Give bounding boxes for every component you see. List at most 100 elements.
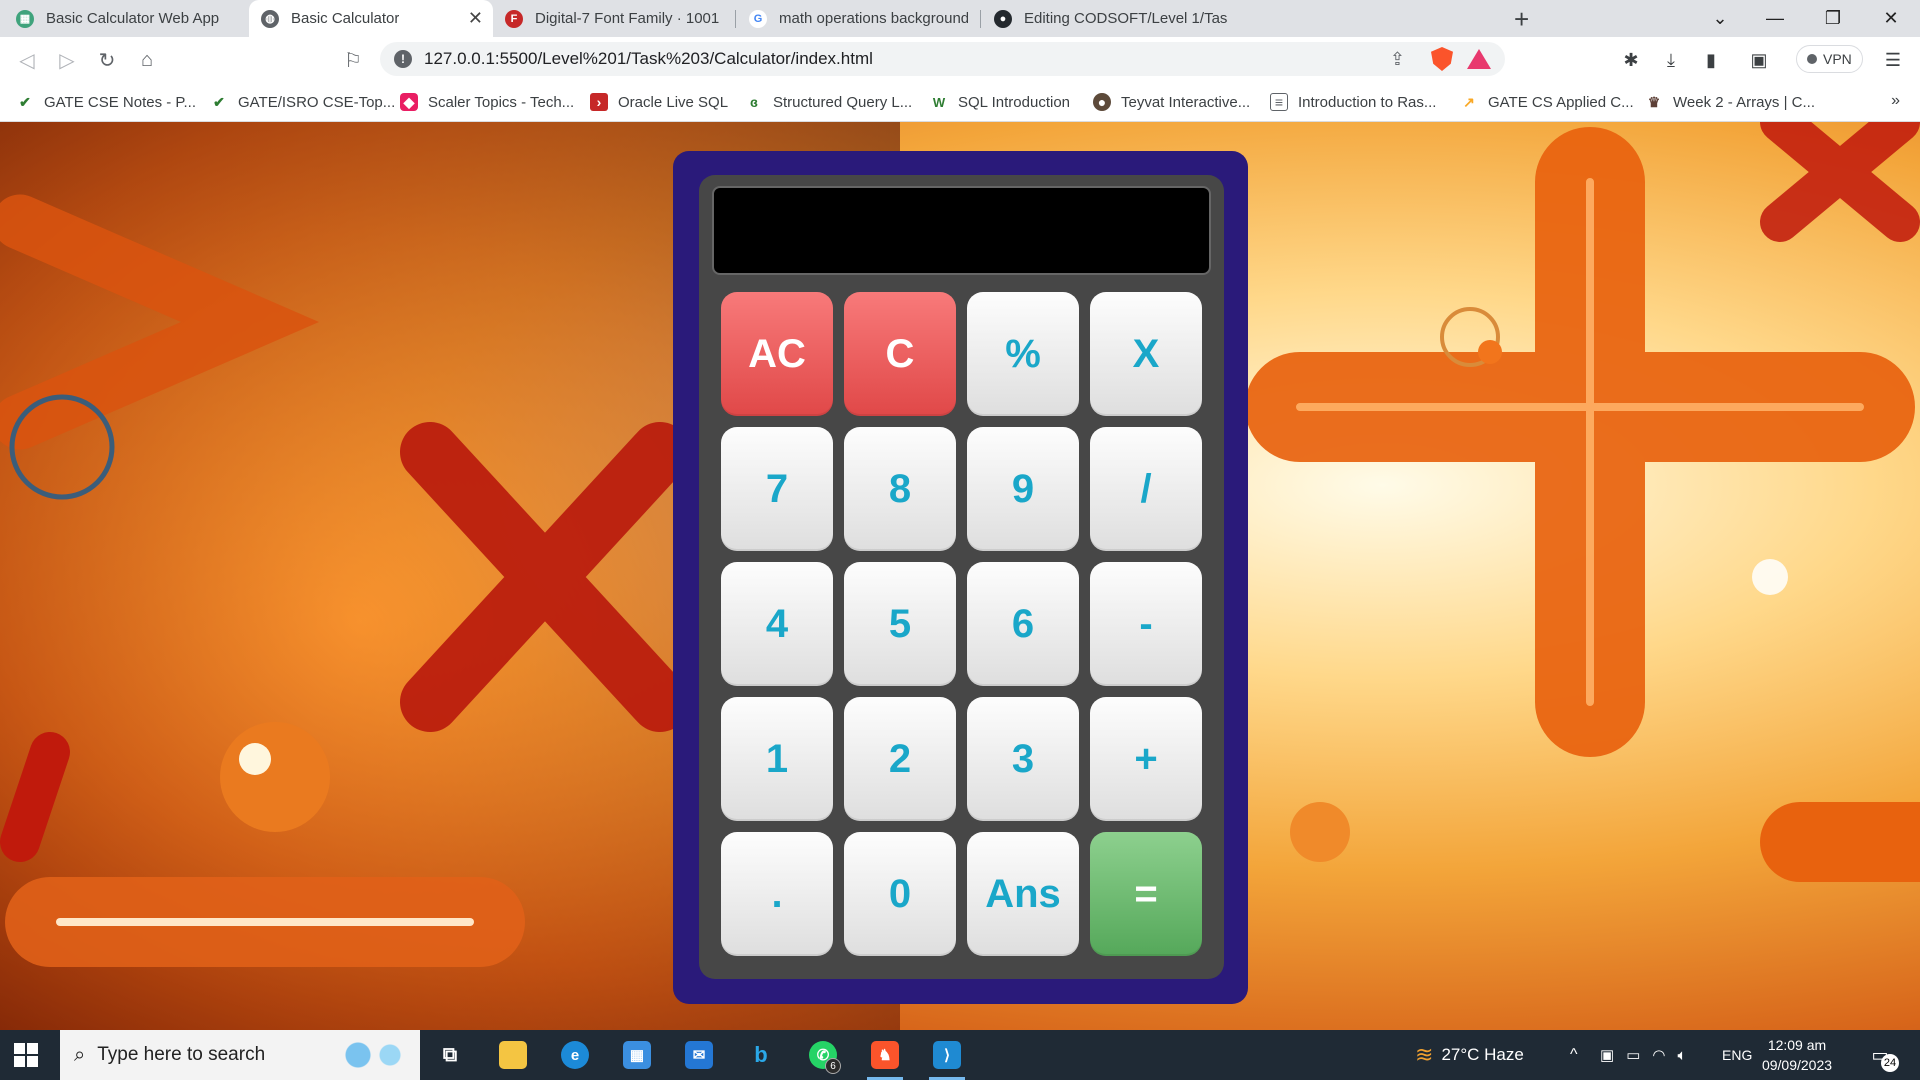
digit-2-button[interactable]: 2 [844, 697, 956, 821]
bookmarks-bar: ✔ GATE CSE Notes - P... ✔ GATE/ISRO CSE-… [0, 82, 1920, 122]
back-button[interactable]: ◁ [12, 45, 42, 75]
bookmark-label: SQL Introduction [958, 93, 1071, 111]
search-highlight-icon [334, 1038, 414, 1072]
meet-now-icon[interactable]: ▣ [1600, 1046, 1614, 1064]
windows-start-icon[interactable] [14, 1043, 38, 1067]
forward-button[interactable]: ▷ [52, 45, 82, 75]
all-clear-button[interactable]: AC [721, 292, 833, 416]
teyvat-icon: ● [1093, 93, 1111, 111]
more-bookmarks-button[interactable]: » [1891, 92, 1900, 110]
tab-digital7-font[interactable]: F Digital-7 Font Family · 1001 Fonts [493, 0, 733, 37]
multiply-button[interactable]: X [1090, 292, 1202, 416]
tab-search-chevron-icon[interactable]: ⌄ [1695, 0, 1745, 37]
volume-icon[interactable]: 🔈︎ [1677, 1047, 1686, 1064]
address-bar[interactable]: ! 127.0.0.1:5500/Level%201/Task%203/Calc… [380, 42, 1505, 76]
edge-button[interactable]: e [549, 1030, 601, 1080]
file-explorer-button[interactable] [487, 1030, 539, 1080]
browser-toolbar: ◁ ▷ ↻ ⌂ ⚐ ! 127.0.0.1:5500/Level%201/Tas… [0, 37, 1920, 82]
mail-button[interactable]: ✉ [673, 1030, 725, 1080]
bookmark-structured-query[interactable]: ɞ Structured Query L... [745, 82, 912, 122]
brave-shields-icon[interactable] [1431, 47, 1453, 71]
system-clock[interactable]: 12:09 am 09/09/2023 [1752, 1035, 1842, 1075]
bing-icon: b [754, 1042, 768, 1067]
equals-button[interactable]: = [1090, 832, 1202, 956]
percent-button[interactable]: % [967, 292, 1079, 416]
bookmark-label: Scaler Topics - Tech... [428, 93, 575, 111]
calculator-frame: AC C% X 7 8 9/ 4 5 6- 1 2 3 +. 0 Ans = [673, 151, 1248, 1004]
google-g-icon: G [749, 9, 767, 28]
tab-label: math operations background image - [779, 10, 968, 27]
bookmark-gate-cs-applied[interactable]: ↗ GATE CS Applied C... [1460, 82, 1634, 122]
digit-9-button[interactable]: 9 [967, 427, 1079, 551]
menu-icon[interactable]: ☰ [1880, 47, 1906, 73]
store-icon: ▦ [623, 1041, 651, 1069]
show-hidden-icons-button[interactable]: ^ [1570, 1030, 1578, 1080]
bookmark-teyvat-interactive[interactable]: ● Teyvat Interactive... [1093, 82, 1250, 122]
bookmark-scaler-topics[interactable]: ◆ Scaler Topics - Tech... [400, 82, 574, 122]
clear-button[interactable]: C [844, 292, 956, 416]
bookmark-label: Teyvat Interactive... [1121, 93, 1251, 111]
bookmark-sql-introduction[interactable]: W SQL Introduction [930, 82, 1070, 122]
bookmark-gate-cse-notes[interactable]: ✔ GATE CSE Notes - P... [16, 82, 196, 122]
downloads-icon[interactable]: ⤓ [1658, 47, 1684, 73]
notification-center-button[interactable]: ▭ 24 [1865, 1042, 1899, 1072]
add-button[interactable]: + [1090, 697, 1202, 821]
brave-rewards-icon[interactable] [1467, 49, 1491, 69]
digit-1-button[interactable]: 1 [721, 697, 833, 821]
bookmark-label: Oracle Live SQL [618, 93, 729, 111]
subtract-button[interactable]: - [1090, 562, 1202, 686]
vscode-button[interactable]: ⟩ [921, 1030, 973, 1080]
task-view-button[interactable]: ⧉ [424, 1030, 476, 1080]
bookmark-week2-arrays[interactable]: ♛ Week 2 - Arrays | C... [1645, 82, 1815, 122]
extensions-icon[interactable]: ✱ [1618, 47, 1644, 73]
tab-google-search[interactable]: G math operations background image - [737, 0, 980, 37]
decimal-button[interactable]: . [721, 832, 833, 956]
weather-widget[interactable]: ≋ 27°C Haze [1415, 1030, 1524, 1080]
bookmark-oracle-live-sql[interactable]: › Oracle Live SQL [590, 82, 728, 122]
digit-0-button[interactable]: 0 [844, 832, 956, 956]
minimize-button[interactable]: — [1750, 0, 1800, 37]
microsoft-store-button[interactable]: ▦ [611, 1030, 663, 1080]
new-tab-button[interactable]: + [1514, 4, 1529, 35]
url-text[interactable]: 127.0.0.1:5500/Level%201/Task%203/Calcul… [424, 49, 873, 69]
brave-browser-button[interactable]: ♞ [859, 1030, 911, 1080]
oracle-icon: › [590, 93, 608, 111]
wallet-icon[interactable]: ▣ [1746, 47, 1772, 73]
doc-icon: ≡ [1270, 93, 1288, 111]
digit-8-button[interactable]: 8 [844, 427, 956, 551]
restore-button[interactable]: ❐ [1808, 0, 1858, 37]
site-info-icon[interactable]: ! [394, 50, 412, 68]
tab-github-editing[interactable]: ● Editing CODSOFT/Level 1/Task 3/Calcu [982, 0, 1240, 37]
sidebar-icon[interactable]: ▮ [1698, 47, 1724, 73]
close-window-button[interactable]: ✕ [1866, 0, 1916, 37]
ans-button[interactable]: Ans [967, 832, 1079, 956]
bookmark-introduction-ras[interactable]: ≡ Introduction to Ras... [1270, 82, 1436, 122]
bookmark-gate-isro[interactable]: ✔ GATE/ISRO CSE-Top... [210, 82, 395, 122]
digit-6-button[interactable]: 6 [967, 562, 1079, 686]
home-button[interactable]: ⌂ [132, 45, 162, 75]
divide-button[interactable]: / [1090, 427, 1202, 551]
bing-button[interactable]: b [735, 1030, 787, 1080]
close-tab-icon[interactable]: ✕ [468, 8, 483, 29]
tab-basic-calculator[interactable]: ◍ Basic Calculator ✕ [249, 0, 493, 37]
bookmark-label: Structured Query L... [773, 93, 913, 111]
share-icon[interactable]: ⇪ [1390, 49, 1405, 70]
check-icon: ✔ [213, 93, 225, 110]
reload-button[interactable]: ↻ [92, 45, 122, 75]
tab-basic-calculator-web-app[interactable]: ▦ Basic Calculator Web App [4, 0, 249, 37]
digit-3-button[interactable]: 3 [967, 697, 1079, 821]
tab-label: Digital-7 Font Family · 1001 Fonts [535, 10, 721, 27]
taskbar-search-box[interactable]: ⌕ Type here to search [60, 1030, 420, 1080]
digit-7-button[interactable]: 7 [721, 427, 833, 551]
digit-4-button[interactable]: 4 [721, 562, 833, 686]
language-indicator[interactable]: ENG [1722, 1030, 1752, 1080]
bookmark-icon[interactable]: ⚐ [338, 45, 368, 75]
wifi-icon[interactable]: ◠ [1652, 1046, 1665, 1064]
whatsapp-button[interactable]: ✆ 6 [797, 1030, 849, 1080]
taskbar-search-placeholder[interactable]: Type here to search [97, 1044, 265, 1066]
edge-icon: e [561, 1041, 589, 1069]
vpn-button[interactable]: VPN [1796, 45, 1863, 73]
digit-5-button[interactable]: 5 [844, 562, 956, 686]
calculator-app-icon: ▦ [16, 9, 34, 28]
battery-icon[interactable]: ▭ [1626, 1046, 1640, 1064]
